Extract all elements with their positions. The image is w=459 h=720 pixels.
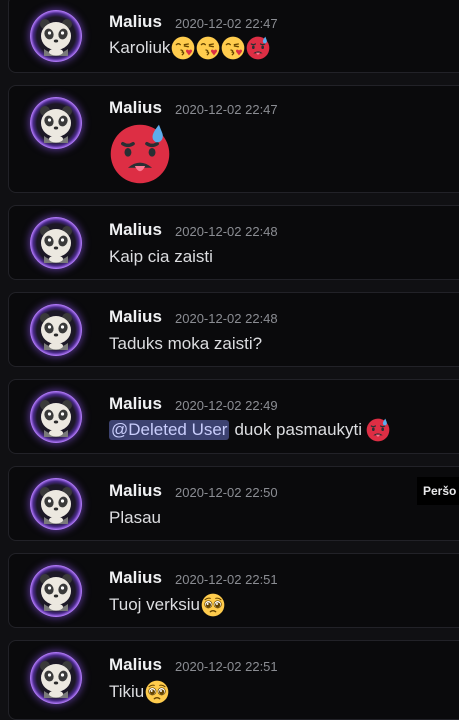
hot-face-emoji-icon[interactable]: [246, 36, 270, 60]
panda-avatar-icon: [36, 16, 76, 56]
message-timestamp: 2020-12-02 22:47: [175, 102, 278, 117]
avatar[interactable]: [30, 97, 82, 149]
panda-avatar-icon: [36, 658, 76, 698]
avatar[interactable]: [30, 391, 82, 443]
message-content: Karoliuk: [109, 36, 270, 60]
avatar[interactable]: [30, 478, 82, 530]
kissing-heart-emoji-icon[interactable]: [221, 36, 245, 60]
message-author[interactable]: Malius: [109, 481, 162, 501]
tooltip: Peršo: [417, 477, 459, 505]
message-content: Taduks moka zaisti?: [109, 334, 262, 354]
message-author[interactable]: Malius: [109, 12, 162, 32]
panda-avatar-icon: [36, 571, 76, 611]
avatar[interactable]: [30, 304, 82, 356]
message-text: Kaip cia zaisti: [109, 247, 213, 266]
message-card[interactable]: Malius 2020-12-02 22:48 Taduks moka zais…: [8, 292, 459, 367]
message-card[interactable]: Malius 2020-12-02 22:48 Kaip cia zaisti: [8, 205, 459, 280]
message-content: Tikiu: [109, 680, 169, 704]
message-text: Tuoj verksiu: [109, 595, 201, 614]
panda-avatar-icon: [36, 223, 76, 263]
message-author[interactable]: Malius: [109, 568, 162, 588]
panda-avatar-icon: [36, 397, 76, 437]
message-content: Tuoj verksiu: [109, 593, 225, 617]
message-timestamp: 2020-12-02 22:51: [175, 659, 278, 674]
message-card[interactable]: Malius 2020-12-02 22:51 Tuoj verksiu: [8, 553, 459, 628]
avatar[interactable]: [30, 565, 82, 617]
message-author[interactable]: Malius: [109, 394, 162, 414]
message-content: Plasau: [109, 508, 161, 528]
message-author[interactable]: Malius: [109, 220, 162, 240]
message-text: duok pasmaukyti: [234, 420, 363, 439]
message-content: @Deleted User duok pasmaukyti: [109, 418, 390, 442]
avatar[interactable]: [30, 652, 82, 704]
pleading-face-emoji-icon[interactable]: [145, 680, 169, 704]
message-author[interactable]: Malius: [109, 307, 162, 327]
message-content: Kaip cia zaisti: [109, 247, 213, 267]
message-text: Karoliuk: [109, 38, 171, 57]
avatar[interactable]: [30, 10, 82, 62]
user-mention[interactable]: @Deleted User: [109, 420, 230, 440]
panda-avatar-icon: [36, 103, 76, 143]
pleading-face-emoji-icon[interactable]: [201, 593, 225, 617]
message-card[interactable]: Malius 2020-12-02 22:51 Tikiu: [8, 640, 459, 720]
message-text: Tikiu: [109, 682, 145, 701]
kissing-heart-emoji-icon[interactable]: [171, 36, 195, 60]
message-card[interactable]: Malius 2020-12-02 22:47 Karoliuk: [8, 0, 459, 73]
message-timestamp: 2020-12-02 22:51: [175, 572, 278, 587]
message-card[interactable]: Malius 2020-12-02 22:47: [8, 85, 459, 193]
message-timestamp: 2020-12-02 22:50: [175, 485, 278, 500]
message-text: Taduks moka zaisti?: [109, 334, 263, 353]
avatar[interactable]: [30, 217, 82, 269]
panda-avatar-icon: [36, 310, 76, 350]
message-author[interactable]: Malius: [109, 98, 162, 118]
message-card[interactable]: Malius 2020-12-02 22:49 @Deleted User du…: [8, 379, 459, 454]
kissing-heart-emoji-icon[interactable]: [196, 36, 220, 60]
message-text: Plasau: [109, 508, 161, 527]
hot-face-emoji-icon[interactable]: [109, 123, 171, 185]
message-timestamp: 2020-12-02 22:48: [175, 224, 278, 239]
message-card[interactable]: Malius 2020-12-02 22:50 Plasau: [8, 466, 459, 541]
hot-face-emoji-icon[interactable]: [366, 418, 390, 442]
message-timestamp: 2020-12-02 22:48: [175, 311, 278, 326]
message-timestamp: 2020-12-02 22:47: [175, 16, 278, 31]
message-author[interactable]: Malius: [109, 655, 162, 675]
panda-avatar-icon: [36, 484, 76, 524]
message-timestamp: 2020-12-02 22:49: [175, 398, 278, 413]
